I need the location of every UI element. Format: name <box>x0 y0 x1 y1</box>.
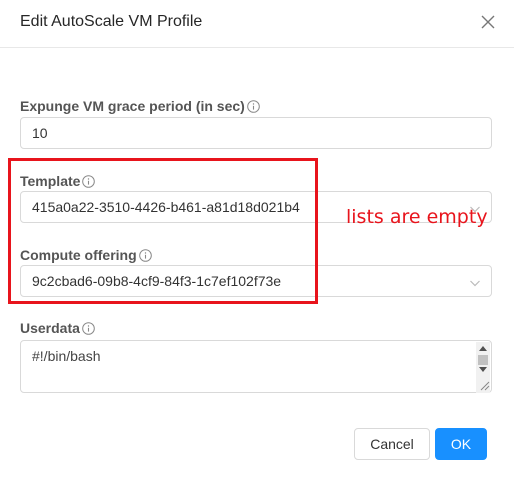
ok-button[interactable]: OK <box>435 428 487 460</box>
annotation-box <box>8 158 318 304</box>
userdata-textarea[interactable]: #!/bin/bash <box>20 340 492 393</box>
userdata-label-row: Userdata <box>20 320 95 336</box>
close-icon[interactable] <box>478 12 498 32</box>
expunge-label: Expunge VM grace period (in sec) <box>20 98 245 114</box>
expunge-label-row: Expunge VM grace period (in sec) <box>20 98 260 114</box>
annotation-text: lists are empty <box>346 206 488 228</box>
info-circle-icon[interactable] <box>247 99 260 113</box>
userdata-label: Userdata <box>20 320 80 336</box>
scroll-thumb[interactable] <box>478 355 488 365</box>
resize-handle-icon[interactable] <box>478 379 490 391</box>
expunge-input[interactable]: 10 <box>20 117 492 149</box>
chevron-down-icon <box>469 276 481 288</box>
dialog-header: Edit AutoScale VM Profile <box>0 0 514 48</box>
cancel-button[interactable]: Cancel <box>354 428 430 460</box>
scroll-down-arrow-icon[interactable] <box>479 367 487 372</box>
info-circle-icon[interactable] <box>82 321 95 335</box>
userdata-value: #!/bin/bash <box>32 348 101 364</box>
scroll-up-arrow-icon[interactable] <box>479 346 487 351</box>
dialog-title: Edit AutoScale VM Profile <box>20 13 203 30</box>
